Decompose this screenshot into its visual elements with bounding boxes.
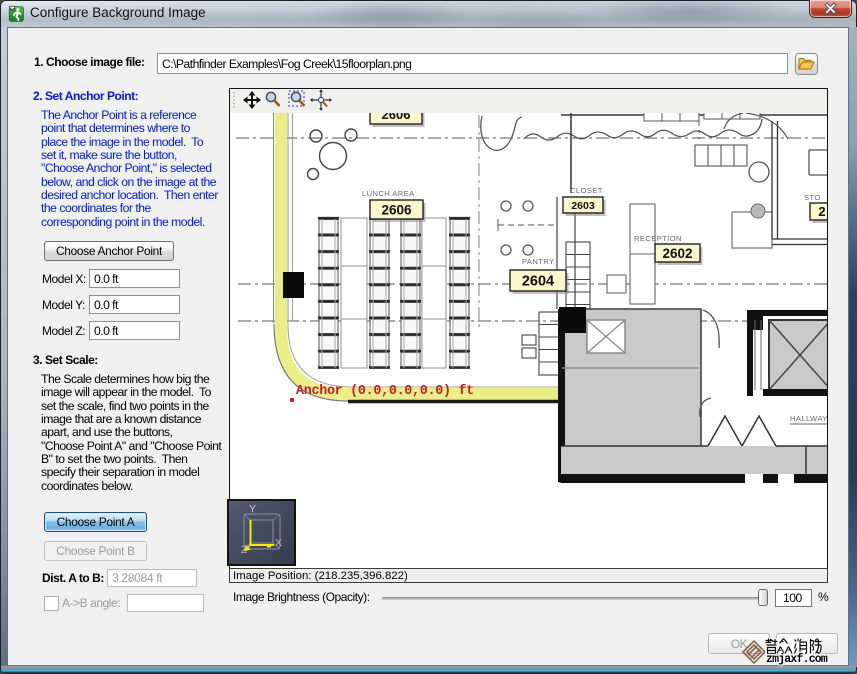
svg-text:2604: 2604 bbox=[522, 274, 554, 290]
svg-text:PANTRY: PANTRY bbox=[522, 257, 555, 266]
svg-text:Z: Z bbox=[241, 545, 247, 556]
svg-text:LUNCH AREA: LUNCH AREA bbox=[362, 189, 415, 198]
svg-text:2606: 2606 bbox=[381, 202, 412, 217]
svg-text:2602: 2602 bbox=[662, 246, 692, 261]
svg-text:HALLWAY: HALLWAY bbox=[790, 414, 828, 423]
svg-text:2: 2 bbox=[818, 204, 825, 219]
svg-text:X: X bbox=[275, 537, 282, 549]
svg-text:Anchor (0.0,0.0,0.0) ft: Anchor (0.0,0.0,0.0) ft bbox=[296, 384, 474, 399]
svg-text:2606: 2606 bbox=[382, 113, 411, 122]
svg-text:RECEPTION: RECEPTION bbox=[634, 234, 682, 243]
svg-text:CLOSET: CLOSET bbox=[570, 186, 603, 195]
svg-text:2603: 2603 bbox=[571, 200, 595, 212]
svg-text:Y: Y bbox=[249, 503, 256, 515]
svg-text:STO: STO bbox=[804, 193, 821, 202]
